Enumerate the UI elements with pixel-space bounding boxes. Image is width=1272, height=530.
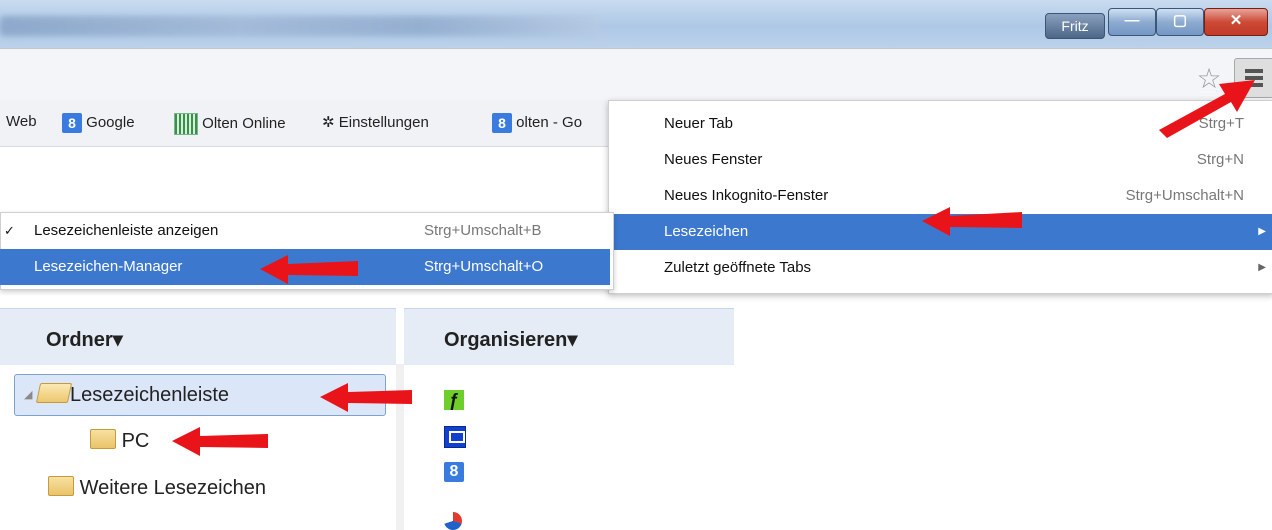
folders-menu-button[interactable]: Ordner▾	[46, 327, 123, 352]
menu-item-label: Lesezeichen	[664, 223, 749, 240]
bookmark-web[interactable]: Web	[6, 113, 37, 130]
leaf-favicon-icon[interactable]: ƒ	[444, 390, 464, 410]
menu-item-recent-tabs[interactable]: Zuletzt geöffnete Tabs ▶	[609, 250, 1272, 286]
tree-item-bookmarks-bar[interactable]: ◢ Lesezeichenleiste	[24, 383, 229, 407]
menu-item-label: Neuer Tab	[664, 115, 733, 132]
google-icon: 8	[62, 113, 82, 133]
bookmark-label: Einstellungen	[338, 114, 429, 131]
bookmark-label: olten - Go	[516, 113, 583, 131]
gear-icon: ✲	[322, 114, 335, 131]
window-title-bar: Fritz — ▢ ✕	[0, 0, 1272, 48]
submenu-item-shortcut: Strg+Umschalt+O	[424, 258, 544, 275]
red-arrow-icon	[922, 207, 1022, 236]
menu-item-label: Zuletzt geöffnete Tabs	[664, 259, 812, 276]
expand-triangle-icon[interactable]: ◢	[24, 388, 32, 401]
dropdown-arrow-icon: ▾	[567, 329, 578, 351]
submenu-item-shortcut: Strg+Umschalt+B	[424, 222, 542, 239]
menu-item-shortcut: Strg+N	[1196, 151, 1244, 168]
submenu-arrow-icon: ▶	[1258, 262, 1266, 273]
folder-open-icon	[35, 383, 73, 403]
bookmark-label: Web	[6, 113, 37, 130]
bookmark-olten-google[interactable]: 8 olten - Go	[492, 113, 608, 133]
bookmark-olten-online[interactable]: Olten Online	[174, 113, 286, 135]
folder-icon	[90, 429, 116, 449]
user-badge[interactable]: Fritz	[1045, 13, 1105, 39]
tree-item-label: Lesezeichenleiste	[70, 384, 230, 406]
folder-icon	[48, 476, 74, 496]
red-arrow-icon	[172, 427, 268, 456]
organize-header-label: Organisieren	[444, 329, 568, 351]
red-arrow-icon	[1159, 80, 1255, 138]
monitor-screen-icon	[449, 431, 465, 443]
check-icon: ✓	[4, 223, 15, 238]
organize-menu-button[interactable]: Organisieren▾	[444, 327, 577, 352]
tree-item-label: PC	[121, 430, 150, 452]
dropdown-arrow-icon: ▾	[112, 329, 123, 351]
menu-item-shortcut: Strg+Umschalt+N	[1125, 187, 1244, 204]
tree-item-other-bookmarks[interactable]: Weitere Lesezeichen	[48, 476, 266, 500]
colorful-favicon-icon[interactable]	[444, 512, 462, 530]
bookmark-label: Olten Online	[202, 114, 286, 132]
bookmark-google[interactable]: 8 Google	[62, 113, 135, 133]
google-icon: 8	[492, 113, 512, 133]
submenu-item-label: Lesezeichen-Manager	[34, 258, 183, 275]
folders-header-label: Ordner	[46, 329, 113, 351]
submenu-item-label: Lesezeichenleiste anzeigen	[34, 222, 219, 239]
red-arrow-icon	[320, 383, 412, 412]
browser-toolbar	[0, 48, 1272, 101]
tree-item-pc[interactable]: PC	[90, 429, 149, 453]
google-favicon-icon[interactable]: 8	[444, 462, 464, 482]
minimize-button[interactable]: —	[1108, 8, 1156, 36]
menu-item-label: Neues Inkognito-Fenster	[664, 187, 829, 204]
monitor-favicon-icon[interactable]	[444, 426, 466, 448]
red-arrow-icon	[260, 255, 358, 284]
submenu-arrow-icon: ▶	[1258, 226, 1266, 237]
window-title	[0, 16, 600, 36]
menu-item-label: Neues Fenster	[664, 151, 763, 168]
submenu-item-show-bookmarks-bar[interactable]: ✓ Lesezeichenleiste anzeigen Strg+Umscha…	[0, 213, 610, 249]
menu-item-new-window[interactable]: Neues Fenster Strg+N	[609, 142, 1272, 178]
bookmark-einstellungen[interactable]: ✲ Einstellungen	[322, 113, 429, 131]
olten-icon	[174, 113, 198, 135]
maximize-button[interactable]: ▢	[1156, 8, 1204, 36]
bookmark-label: Google	[86, 113, 135, 131]
close-button[interactable]: ✕	[1204, 8, 1268, 36]
tree-item-label: Weitere Lesezeichen	[79, 477, 266, 499]
